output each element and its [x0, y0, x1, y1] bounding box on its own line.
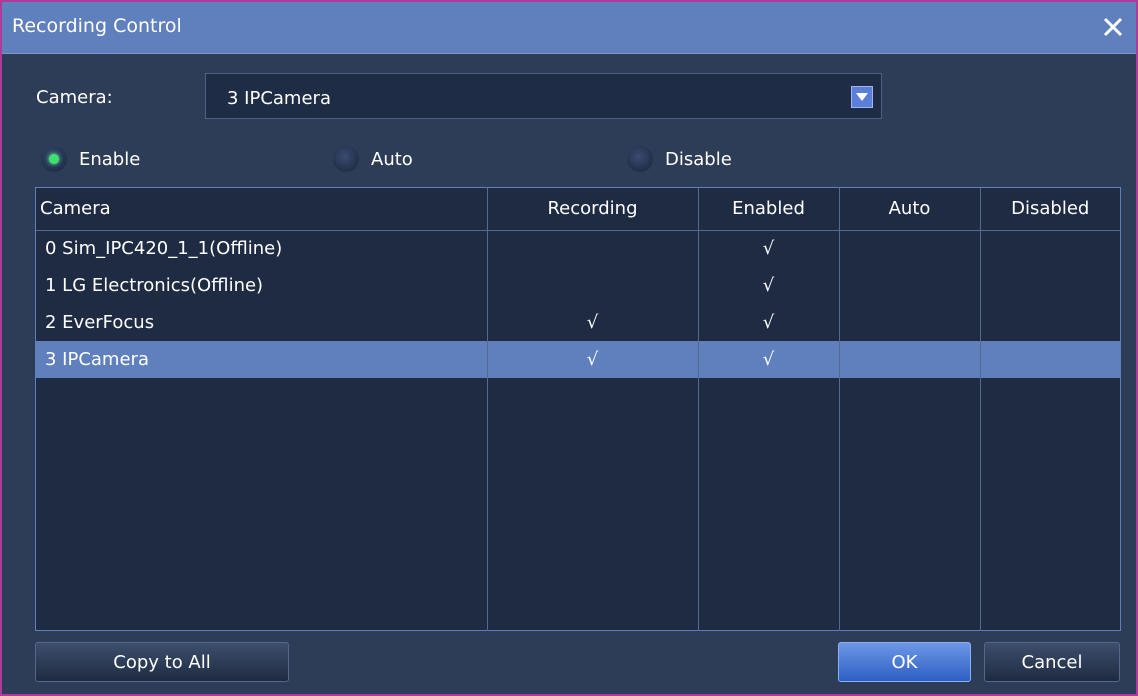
table-row-selected[interactable]: 3 IPCamera √ √	[36, 341, 1120, 378]
camera-table: Camera Recording Enabled Auto Disabled 0…	[35, 187, 1121, 631]
cell-recording: √	[487, 341, 699, 378]
cell-enabled: √	[698, 230, 840, 267]
cancel-button[interactable]: Cancel	[984, 642, 1120, 682]
radio-auto[interactable]: Auto	[333, 145, 413, 173]
cell-disabled	[980, 230, 1120, 267]
camera-label: Camera:	[36, 87, 113, 108]
cell-enabled: √	[698, 304, 840, 341]
radio-unchecked-icon	[627, 146, 653, 172]
header-camera[interactable]: Camera	[36, 188, 488, 231]
recording-control-dialog: Recording Control Camera: 3 IPCamera Ena…	[0, 0, 1138, 696]
radio-checked-icon	[41, 146, 67, 172]
header-disabled[interactable]: Disabled	[980, 188, 1120, 231]
radio-unchecked-icon	[333, 146, 359, 172]
cell-camera: 1 LG Electronics(Offline)	[36, 267, 488, 304]
radio-disable-label: Disable	[665, 148, 732, 170]
cell-recording	[487, 267, 699, 304]
dialog-title: Recording Control	[12, 15, 182, 37]
copy-to-all-button[interactable]: Copy to All	[35, 642, 289, 682]
ok-button[interactable]: OK	[838, 642, 971, 682]
cell-auto	[839, 304, 981, 341]
camera-select-value: 3 IPCamera	[227, 88, 331, 109]
cell-disabled	[980, 341, 1120, 378]
cell-camera: 2 EverFocus	[36, 304, 488, 341]
radio-disable[interactable]: Disable	[627, 145, 732, 173]
table-row[interactable]: 1 LG Electronics(Offline) √	[36, 267, 1120, 304]
cell-enabled: √	[698, 341, 840, 378]
radio-enable-label: Enable	[79, 148, 141, 170]
table-row[interactable]: 2 EverFocus √ √	[36, 304, 1120, 341]
table-row[interactable]: 0 Sim_IPC420_1_1(Offline) √	[36, 230, 1120, 267]
radio-auto-label: Auto	[371, 148, 413, 170]
cell-auto	[839, 267, 981, 304]
header-recording[interactable]: Recording	[487, 188, 699, 231]
cell-disabled	[980, 304, 1120, 341]
cell-recording	[487, 230, 699, 267]
cell-auto	[839, 341, 981, 378]
cell-disabled	[980, 267, 1120, 304]
chevron-down-icon[interactable]	[851, 86, 873, 108]
title-bar: Recording Control	[2, 2, 1136, 54]
header-auto[interactable]: Auto	[839, 188, 981, 231]
cell-camera: 0 Sim_IPC420_1_1(Offline)	[36, 230, 488, 267]
cell-camera: 3 IPCamera	[36, 341, 488, 378]
camera-select[interactable]: 3 IPCamera	[205, 73, 882, 119]
table-header-row: Camera Recording Enabled Auto Disabled	[36, 188, 1120, 231]
cell-auto	[839, 230, 981, 267]
close-button[interactable]	[1096, 10, 1130, 44]
cell-enabled: √	[698, 267, 840, 304]
header-enabled[interactable]: Enabled	[698, 188, 840, 231]
table-empty-area	[36, 378, 1120, 631]
cell-recording: √	[487, 304, 699, 341]
radio-enable[interactable]: Enable	[41, 145, 140, 173]
close-icon	[1103, 17, 1123, 37]
